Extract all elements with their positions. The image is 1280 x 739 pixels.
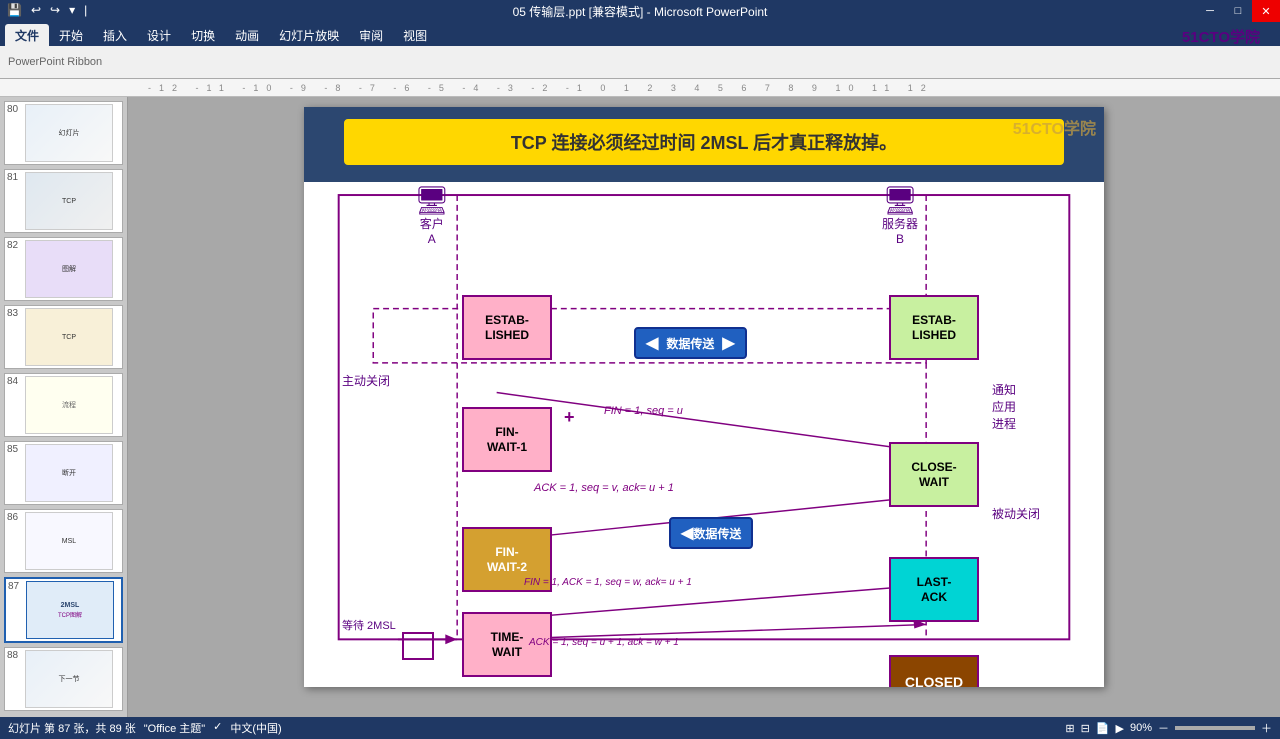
slide-title: TCP 连接必须经过时间 2MSL 后才真正释放掉。 (344, 119, 1064, 165)
horizontal-ruler: -12 -11 -10 -9 -8 -7 -6 -5 -4 -3 -2 -1 0… (0, 79, 1280, 97)
maximize-button[interactable]: □ (1224, 0, 1252, 22)
normal-view-icon[interactable]: ⊞ (1065, 722, 1074, 735)
tab-design[interactable]: 设计 (137, 24, 181, 46)
state-fin-wait-1: FIN-WAIT-1 (462, 407, 552, 472)
diagram-area: 🖥 客户 A 🖥 服务器 B ESTAB-LISHED FIN-WAIT-1 F… (314, 187, 1094, 677)
window-title: 05 传输层.ppt [兼容模式] - Microsoft PowerPoint (513, 3, 768, 20)
window-controls[interactable]: ─ □ ✕ (1196, 0, 1280, 22)
close-button[interactable]: ✕ (1252, 0, 1280, 22)
slide-thumb-82[interactable]: 82 图解 (4, 237, 123, 301)
language: 中文(中国) (230, 720, 281, 736)
active-close-label: 主动关闭 (342, 372, 390, 389)
arrow-ack1: ACK = 1, seq = v, ack= u + 1 (534, 482, 674, 494)
tab-insert[interactable]: 插入 (93, 24, 137, 46)
slide-count: 幻灯片 第 87 张，共 89 张 (8, 720, 136, 736)
save-icon[interactable]: 💾 (4, 2, 25, 18)
slide-thumb-88[interactable]: 88 下一节 (4, 647, 123, 711)
tab-transition[interactable]: 切换 (181, 24, 225, 46)
arrow-fin2: FIN = 1, ACK = 1, seq = w, ack= u + 1 (524, 577, 692, 588)
zoom-plus[interactable]: ＋ (1261, 720, 1272, 736)
tab-view[interactable]: 视图 (393, 24, 437, 46)
ribbon-content: PowerPoint Ribbon 51CTO学院 (0, 46, 1280, 78)
status-right[interactable]: ⊞ ⊟ 📄 ▶ 90% － ＋ (1065, 720, 1272, 736)
zoom-minus[interactable]: － (1158, 720, 1169, 736)
slide-thumb-86[interactable]: 86 MSL (4, 509, 123, 573)
ribbon-tabs[interactable]: 文件 开始 插入 设计 切换 动画 幻灯片放映 审阅 视图 (0, 22, 1280, 46)
reading-view-icon[interactable]: 📄 (1096, 722, 1110, 735)
state-established-left: ESTAB-LISHED (462, 295, 552, 360)
minimize-button[interactable]: ─ (1196, 0, 1224, 22)
title-bar: 💾 ↩ ↪ ▾ | 05 传输层.ppt [兼容模式] - Microsoft … (0, 0, 1280, 22)
tab-home[interactable]: 开始 (49, 24, 93, 46)
separator: | (81, 2, 90, 18)
slide-thumb-81[interactable]: 81 TCP (4, 169, 123, 233)
ribbon: 文件 开始 插入 设计 切换 动画 幻灯片放映 审阅 视图 PowerPoint… (0, 22, 1280, 79)
undo-icon[interactable]: ↩ (28, 2, 44, 18)
watermark-text: 51CTO学院 (1013, 115, 1096, 139)
quick-access-toolbar[interactable]: 💾 ↩ ↪ ▾ | (4, 2, 90, 18)
status-bar: 幻灯片 第 87 张，共 89 张 "Office 主题" ✓ 中文(中国) ⊞… (0, 717, 1280, 739)
ribbon-placeholder: PowerPoint Ribbon (8, 56, 102, 68)
state-closed-right: CLOSED (889, 655, 979, 687)
wait-box (402, 632, 434, 660)
slide-panel[interactable]: 80 幻灯片 81 TCP 82 图解 83 TCP 84 流程 85 断开 8… (0, 97, 128, 717)
tab-animation[interactable]: 动画 (225, 24, 269, 46)
state-established-right: ESTAB-LISHED (889, 295, 979, 360)
plus-sign: + (564, 407, 575, 428)
theme-info: "Office 主题" (144, 720, 205, 736)
status-left: 幻灯片 第 87 张，共 89 张 "Office 主题" ✓ 中文(中国) (8, 720, 282, 736)
redo-icon[interactable]: ↪ (47, 2, 63, 18)
passive-close-label: 被动关闭 (992, 505, 1040, 522)
slide-thumb-83[interactable]: 83 TCP (4, 305, 123, 369)
zoom-level: 90% (1130, 722, 1152, 734)
arrow-ack2: ACK = 1, seq = u + 1, ack = w + 1 (529, 637, 679, 648)
client-icon: 🖥 客户 A (414, 187, 450, 246)
watermark-logo: 51CTO学院 (1182, 26, 1260, 47)
slide-thumb-80[interactable]: 80 幻灯片 (4, 101, 123, 165)
slideshow-icon[interactable]: ▶ (1116, 722, 1124, 735)
spell-check: ✓ (213, 720, 222, 736)
arrow-fin1: FIN = 1, seq = u (604, 405, 683, 417)
work-area: TCP 连接必须经过时间 2MSL 后才真正释放掉。 51CTO学院 (128, 97, 1280, 717)
slide-thumb-84[interactable]: 84 流程 (4, 373, 123, 437)
data-transfer-btn-1: ◀ 数据传送 ▶ (634, 327, 747, 359)
tab-file[interactable]: 文件 (5, 24, 49, 46)
state-close-wait: CLOSE-WAIT (889, 442, 979, 507)
customize-icon[interactable]: ▾ (66, 2, 78, 18)
wait-2msl-label: 等待 2MSL (342, 617, 396, 633)
slide-canvas: TCP 连接必须经过时间 2MSL 后才真正释放掉。 51CTO学院 (304, 107, 1104, 687)
server-icon: 🖥 服务器 B (882, 187, 918, 246)
notify-label: 通知应用进程 (992, 382, 1016, 432)
tab-slideshow[interactable]: 幻灯片放映 (269, 24, 349, 46)
state-last-ack: LAST-ACK (889, 557, 979, 622)
main-area: 80 幻灯片 81 TCP 82 图解 83 TCP 84 流程 85 断开 8… (0, 97, 1280, 717)
zoom-slider[interactable] (1175, 726, 1255, 730)
slide-sorter-icon[interactable]: ⊟ (1081, 722, 1090, 735)
data-transfer-btn-2: ◀ 数据传送 (669, 517, 753, 549)
slide-thumb-87[interactable]: 87 2MSL TCP图解 (4, 577, 123, 643)
tab-review[interactable]: 审阅 (349, 24, 393, 46)
slide-thumb-85[interactable]: 85 断开 (4, 441, 123, 505)
